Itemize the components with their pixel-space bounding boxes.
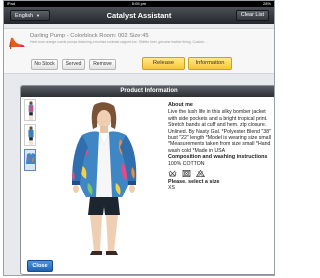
product-row[interactable]: Darling Pump - Colorblock Room: 002 Size… [4,28,274,74]
do-not-wash-icon [168,170,177,177]
care-icons [168,169,274,177]
release-button[interactable]: Release [142,57,185,70]
jacket-photo-thumbnail [26,153,35,164]
product-thumbnail-selected[interactable] [24,149,36,171]
model-photo-thumbnail [28,126,34,145]
product-description: Heel-tone orange suede pumps featuring a… [30,40,207,44]
remove-button[interactable]: Remove [89,59,116,70]
product-title: Darling Pump - Colorblock Room: 002 Size… [30,33,149,39]
product-details: About me Live the lush life in this silk… [168,102,274,192]
information-button[interactable]: Information [188,57,232,70]
clear-list-button[interactable]: Clear List [235,10,269,21]
composition-heading: Composition and washing instructions [168,154,268,161]
shoe-thumbnail [9,37,25,49]
do-not-bleach-icon [195,169,206,177]
ipad-screen: iPad 5:05 pm 28% English ▼ Catalyst Assis… [3,0,275,276]
model-photo-thumbnail [28,101,34,120]
app-title: Catalyst Assistant [106,11,172,20]
product-thumbnail[interactable] [24,99,36,121]
navigation-bar: English ▼ Catalyst Assistant Clear List [4,7,274,24]
about-text: Live the lush life in this silky bomber … [168,109,271,154]
product-information-dialog: Product Information About me Live the lu… [20,85,274,275]
dialog-title: Product Information [21,86,274,97]
no-stock-button[interactable]: No Stock [31,59,58,70]
product-thumbnail[interactable] [24,124,36,146]
size-option[interactable]: XS [168,185,274,191]
product-main-image [42,101,166,257]
close-button[interactable]: Close [27,260,53,272]
composition-text: 100% COTTON [168,160,205,167]
about-heading: About me [168,102,193,108]
served-button[interactable]: Served [62,59,85,70]
do-not-tumble-dry-icon [182,170,191,177]
